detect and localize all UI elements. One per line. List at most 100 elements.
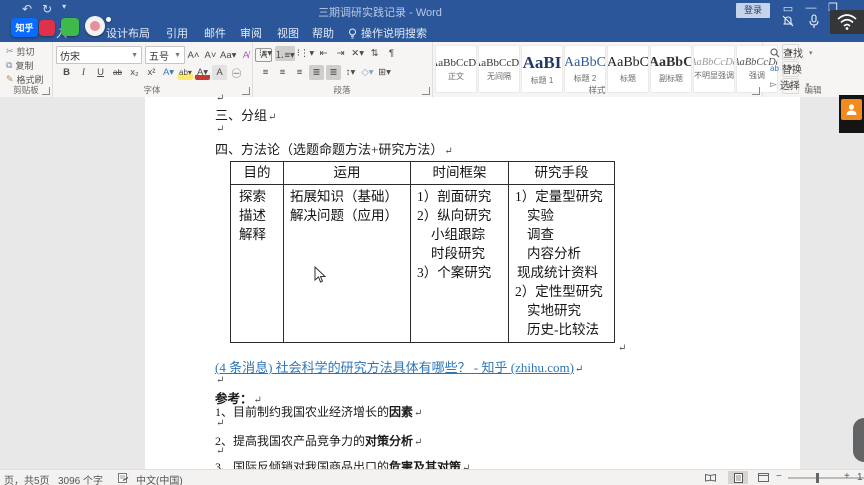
shrink-font-icon[interactable]: A˅ bbox=[203, 48, 218, 63]
sort-icon[interactable]: ⇅ bbox=[367, 46, 382, 61]
camera-app-lens bbox=[90, 21, 100, 31]
strikethrough-button[interactable]: ab bbox=[110, 65, 125, 80]
style-label: 副标题 bbox=[659, 73, 683, 84]
zhihu-hyperlink[interactable]: (4 条消息) 社会科学的研究方法具体有哪些？ - 知乎 (zhihu.com) bbox=[215, 360, 574, 375]
decrease-indent-icon[interactable]: ⇤ bbox=[316, 46, 331, 61]
font-name-select[interactable]: 仿宋 ▼ bbox=[56, 46, 142, 64]
character-shading-icon[interactable]: A bbox=[212, 65, 227, 80]
sign-in-button[interactable]: 登录 bbox=[736, 3, 770, 18]
justify-icon[interactable]: ≣ bbox=[309, 65, 324, 80]
replace-icon: ab bbox=[770, 64, 779, 73]
zoom-percent[interactable]: 1 bbox=[857, 472, 863, 483]
copy-button[interactable]: ⧉ 复制 bbox=[6, 59, 33, 72]
paragraph-dialog-launcher[interactable] bbox=[422, 87, 430, 95]
read-mode-button[interactable] bbox=[700, 471, 720, 484]
table-body-row: 探索 描述 解释 拓展知识（基础） 解决问题（应用） 1）剖面研究 2）纵向研究… bbox=[231, 185, 614, 342]
zoom-in-button[interactable]: + bbox=[844, 471, 850, 482]
grow-font-icon[interactable]: A˄ bbox=[186, 48, 201, 63]
highlight-color-icon[interactable]: ab▾ bbox=[178, 65, 193, 80]
tab-review[interactable]: 审阅 bbox=[240, 25, 262, 41]
paragraph-group: ⁝≡▾ ⒈≡▾ ⁝⋮▾ ⇤ ⇥ ✕▾ ⇅ ¶ ≡ ≡ ≡ ≣ ≣ ↕▾ ◇▾ ⊞… bbox=[252, 42, 433, 97]
line-spacing-icon[interactable]: ↕▾ bbox=[343, 65, 358, 80]
replace-button[interactable]: ab 替换 bbox=[770, 61, 802, 76]
underline-button[interactable]: U bbox=[93, 65, 108, 80]
header-application: 运用 bbox=[284, 162, 411, 184]
font-dialog-launcher[interactable] bbox=[242, 87, 250, 95]
zoom-slider[interactable] bbox=[788, 477, 864, 479]
multilevel-list-icon[interactable]: ⁝⋮▾ bbox=[297, 46, 314, 61]
align-right-icon[interactable]: ≡ bbox=[292, 65, 307, 80]
enclose-characters-icon[interactable]: ㊀ bbox=[229, 65, 244, 80]
clipboard-dialog-launcher[interactable] bbox=[42, 87, 50, 95]
proofing-icon[interactable] bbox=[118, 473, 129, 483]
paragraph-mark: ↵ bbox=[216, 124, 224, 135]
cut-button[interactable]: ✂ 剪切 bbox=[6, 45, 35, 58]
tab-view[interactable]: 视图 bbox=[277, 25, 299, 41]
asian-layout-icon[interactable]: ✕▾ bbox=[350, 46, 365, 61]
tab-layout[interactable]: 布局 bbox=[128, 25, 150, 41]
font-size-value: 五号 bbox=[149, 48, 169, 63]
methods-table[interactable]: 目的 运用 时间框架 研究手段 探索 描述 解释 拓展知识（基础） 解决问题（应… bbox=[230, 161, 615, 343]
tab-design-partial[interactable]: 设计 bbox=[106, 25, 128, 41]
borders-icon[interactable]: ⊞▾ bbox=[377, 65, 392, 80]
bullets-icon[interactable]: ⁝≡▾ bbox=[258, 46, 273, 61]
tell-me-search[interactable]: 操作说明搜索 bbox=[348, 25, 427, 41]
paragraph-mark: ↵ bbox=[216, 446, 224, 457]
status-bar: 页，共5页 3096 个字 中文(中国) bbox=[0, 469, 864, 485]
web-layout-button[interactable] bbox=[753, 471, 773, 484]
microphone-icon[interactable] bbox=[808, 14, 820, 29]
tab-help[interactable]: 帮助 bbox=[312, 25, 334, 41]
zoom-slider-thumb[interactable] bbox=[816, 473, 819, 483]
document-page[interactable]: ↵ 三、分组↵ ↵ 四、方法论（选题命题方法+研究方法）↵ 目的 运用 时间框架… bbox=[145, 97, 800, 469]
document-canvas[interactable]: ↵ 三、分组↵ ↵ 四、方法论（选题命题方法+研究方法）↵ 目的 运用 时间框架… bbox=[0, 97, 864, 469]
tab-mailings[interactable]: 邮件 bbox=[204, 25, 226, 41]
paragraph-mark: ↵ bbox=[618, 343, 626, 354]
cell-timeframe: 1）剖面研究 2）纵向研究 小组跟踪 时段研究 3）个案研究 bbox=[411, 185, 509, 342]
print-layout-button[interactable] bbox=[728, 471, 748, 484]
word-count[interactable]: 3096 个字 bbox=[58, 472, 103, 485]
tab-references[interactable]: 引用 bbox=[166, 25, 188, 41]
notifications-muted-icon[interactable] bbox=[780, 14, 796, 28]
change-case-icon[interactable]: Aa▾ bbox=[220, 48, 236, 63]
font-color-icon[interactable]: A▾ bbox=[195, 65, 210, 80]
subscript-button[interactable]: x₂ bbox=[127, 65, 142, 80]
language-indicator[interactable]: 中文(中国) bbox=[136, 472, 183, 485]
paragraph-mark: ↵ bbox=[216, 93, 224, 104]
chevron-down-icon: ▼ bbox=[174, 52, 181, 59]
green-app-icon[interactable] bbox=[61, 18, 79, 36]
style-preview: AaBbCcDd bbox=[478, 57, 520, 69]
align-center-icon[interactable]: ≡ bbox=[275, 65, 290, 80]
page-count[interactable]: 页，共5页 bbox=[4, 472, 50, 485]
numbering-icon[interactable]: ⒈≡▾ bbox=[275, 46, 295, 61]
show-marks-icon[interactable]: ¶ bbox=[384, 46, 399, 61]
window-title: 三期调研实践记录 - Word bbox=[0, 4, 760, 20]
red-app-icon[interactable] bbox=[39, 20, 55, 36]
editing-group: 查找 ▾ ab 替换 ▻ 选择 ▾ 编辑 bbox=[762, 42, 864, 97]
header-purpose: 目的 bbox=[231, 162, 284, 184]
styles-dialog-launcher[interactable] bbox=[752, 87, 760, 95]
italic-button[interactable]: I bbox=[76, 65, 91, 80]
increase-indent-icon[interactable]: ⇥ bbox=[333, 46, 348, 61]
find-label: 查找 bbox=[783, 45, 803, 60]
paragraph-group-label: 段落 bbox=[252, 84, 432, 96]
side-panel-handle[interactable] bbox=[853, 418, 864, 462]
font-size-select[interactable]: 五号 ▼ bbox=[145, 46, 185, 64]
minimize-button[interactable]: — bbox=[802, 2, 820, 14]
bold-button[interactable]: B bbox=[59, 65, 74, 80]
title-bar: ↶ ↻ ▾ 三期调研实践记录 - Word 登录 ▭ — ❐ bbox=[0, 0, 864, 22]
style-preview: AaBbC bbox=[650, 55, 692, 71]
zhihu-app-icon[interactable]: 知乎 bbox=[11, 18, 38, 37]
zoom-out-button[interactable]: − bbox=[776, 471, 782, 482]
camera-app-icon[interactable] bbox=[85, 16, 105, 36]
distribute-icon[interactable]: ≣ bbox=[326, 65, 341, 80]
shading-icon[interactable]: ◇▾ bbox=[360, 65, 375, 80]
web-layout-icon bbox=[758, 473, 769, 482]
align-left-icon[interactable]: ≡ bbox=[258, 65, 273, 80]
search-icon bbox=[770, 48, 780, 58]
zhihu-link-line: (4 条消息) 社会科学的研究方法具体有哪些？ - 知乎 (zhihu.com)… bbox=[215, 357, 583, 376]
remote-user-badge[interactable] bbox=[841, 99, 862, 120]
wifi-icon[interactable] bbox=[836, 13, 858, 30]
text-effects-icon[interactable]: A▾ bbox=[161, 65, 176, 80]
superscript-button[interactable]: x² bbox=[144, 65, 159, 80]
find-button[interactable]: 查找 ▾ bbox=[770, 45, 813, 60]
